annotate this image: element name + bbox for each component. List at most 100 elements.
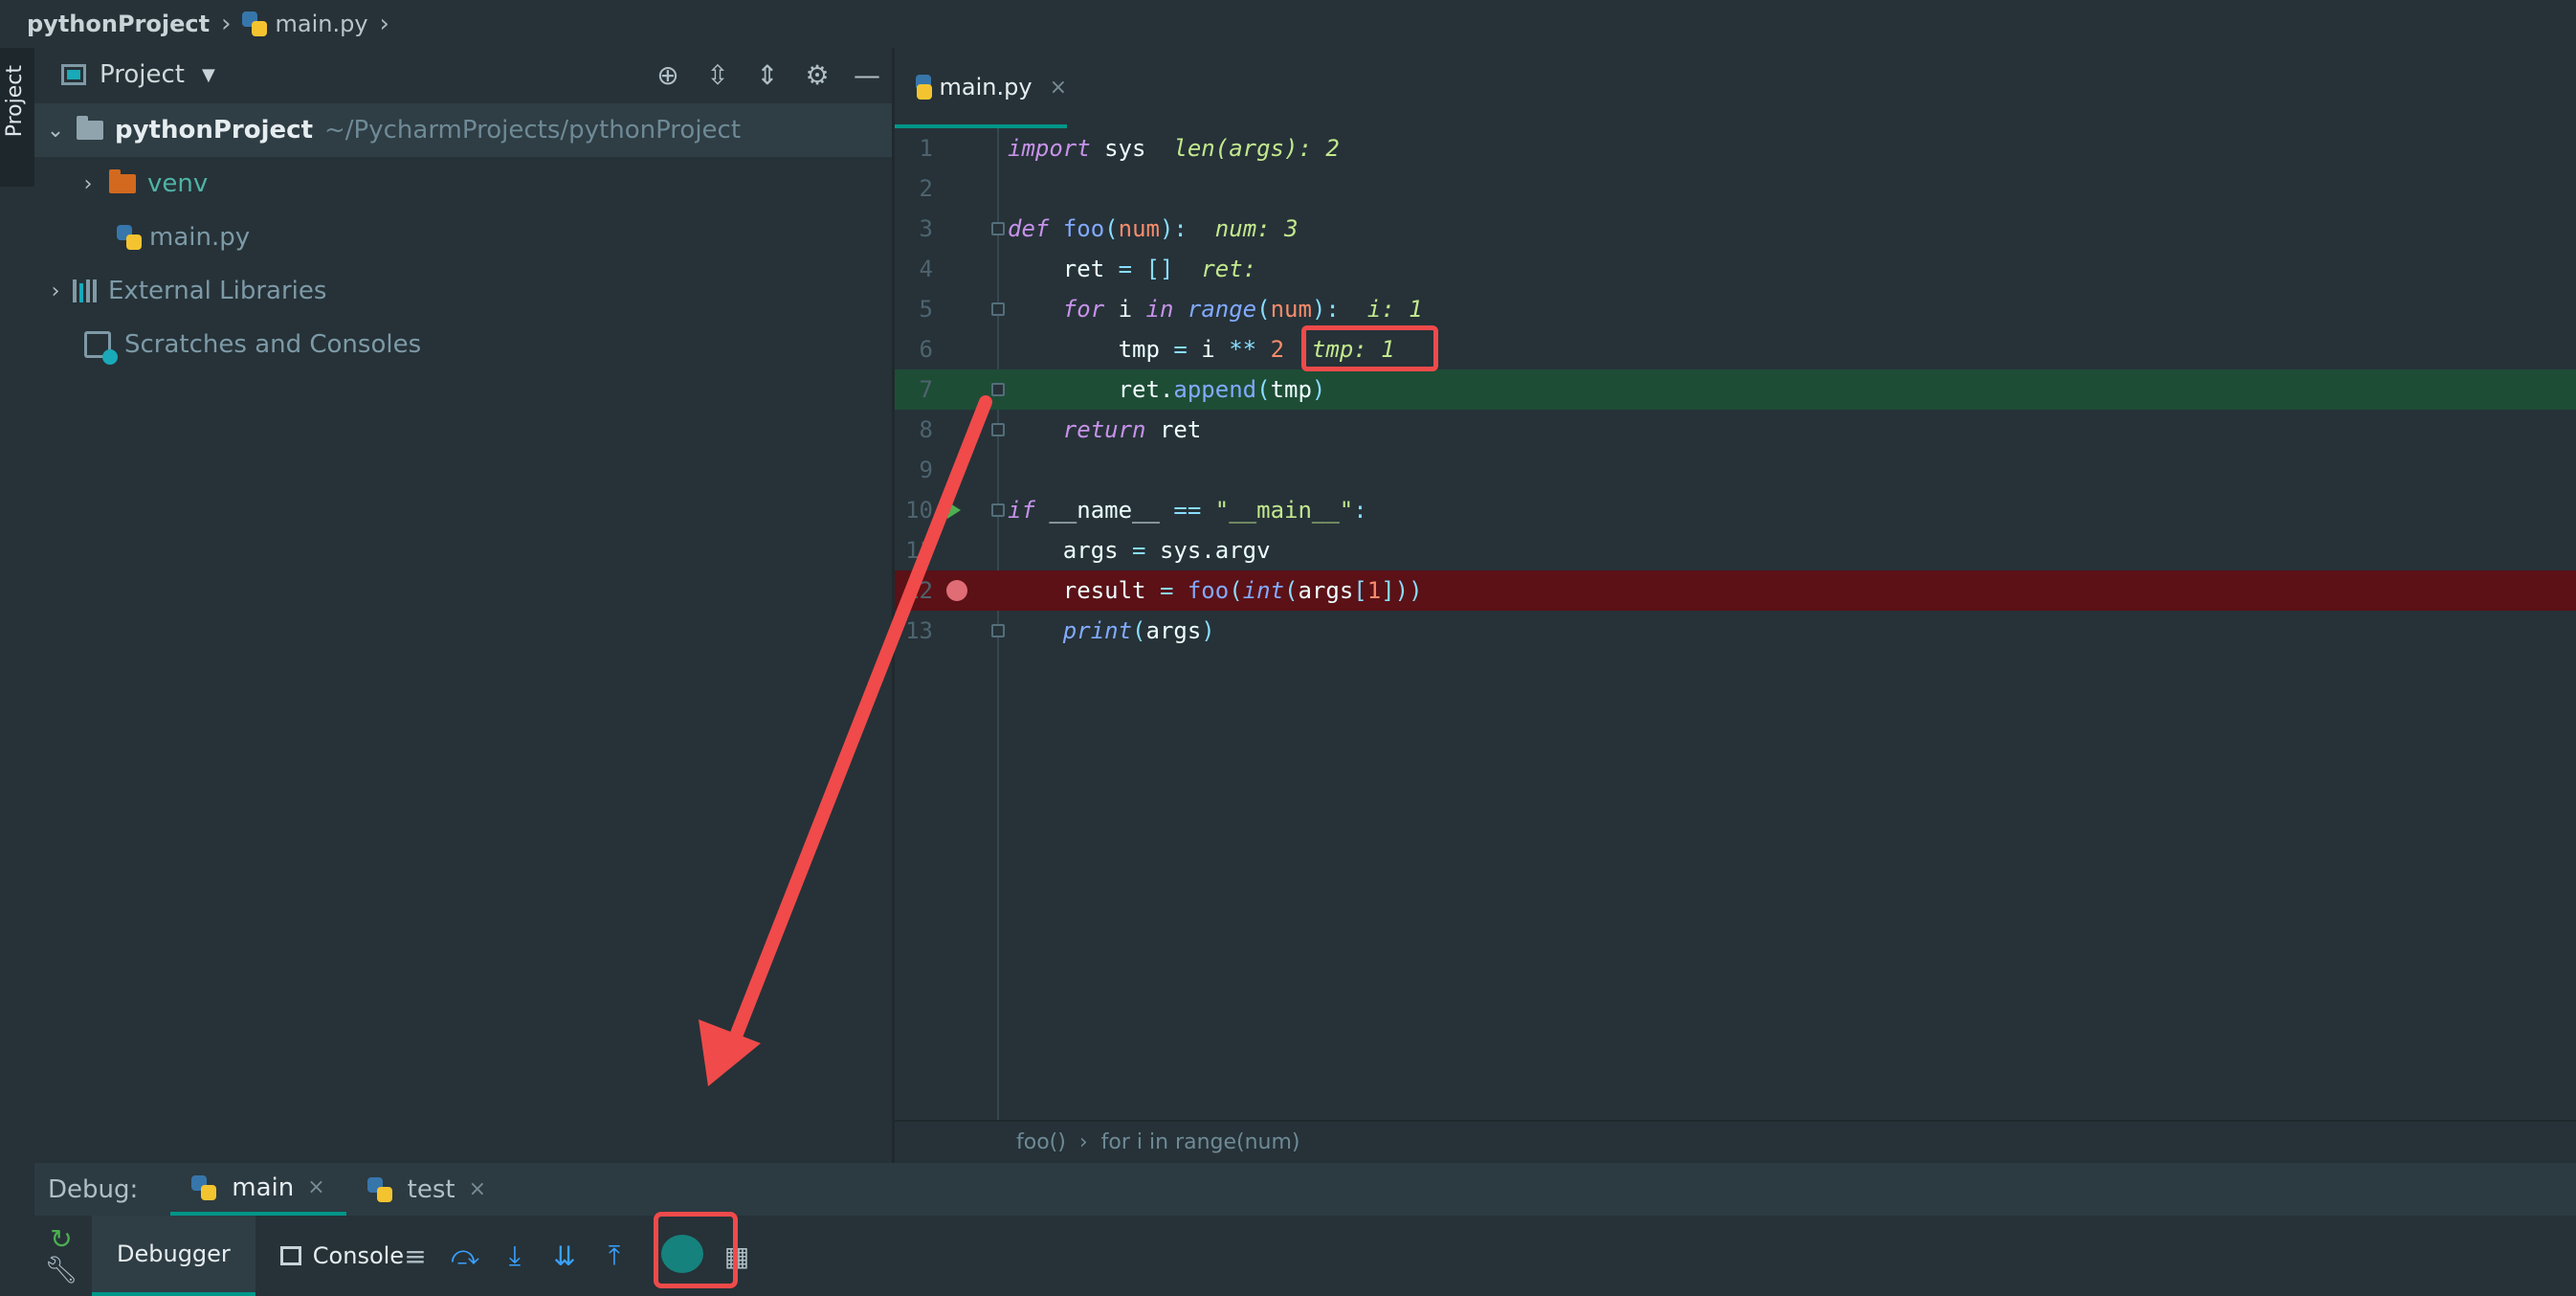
code-text: return ret — [1062, 416, 1202, 443]
current-execution-line[interactable]: 7 ret.append(tmp) — [895, 369, 2576, 410]
editor-tabs: main.py × — [895, 50, 2576, 128]
breadcrumb-scope[interactable]: for i in range(num) — [1101, 1130, 1300, 1154]
close-icon[interactable]: × — [469, 1177, 486, 1201]
project-tree: ⌄ pythonProject ~/PycharmProjects/python… — [34, 103, 892, 371]
collapse-all-icon[interactable]: ⇕ — [752, 59, 783, 91]
code-line[interactable]: 5 for i in range(num): i: 1 — [895, 289, 2576, 329]
library-icon — [73, 279, 97, 302]
tree-item-venv[interactable]: › venv — [34, 157, 892, 211]
chevron-right-icon: › — [379, 10, 389, 38]
expand-all-icon[interactable]: ⇳ — [702, 59, 733, 91]
line-number: 2 — [919, 175, 933, 202]
inline-debug-value: len(args): 2 — [1173, 135, 1340, 162]
code-text: def foo(num): num: 3 — [1008, 215, 1299, 242]
code-line[interactable]: 10 if __name__ == "__main__": — [895, 490, 2576, 530]
line-number: 8 — [919, 416, 933, 443]
code-line[interactable]: 2 — [895, 168, 2576, 209]
code-editor[interactable]: 1 import sys len(args): 2 2 3 def foo(nu… — [895, 128, 2576, 1120]
tab-main-py[interactable]: main.py × — [895, 50, 1067, 128]
folder-icon — [109, 169, 136, 193]
code-line[interactable]: 3 def foo(num): num: 3 — [895, 209, 2576, 249]
chevron-right-icon[interactable]: › — [78, 172, 98, 196]
rerun-icon[interactable]: ↻ — [46, 1223, 77, 1255]
debug-toolbar: ↻ 🔧︎ Debugger Console ≡ ⤼ ⤓ ⇊ ⤒ ▦ — [0, 1216, 2576, 1296]
step-into-my-code-icon[interactable]: ⇊ — [549, 1240, 580, 1272]
code-text: ret.append(tmp) — [1008, 376, 1326, 403]
navigation-breadcrumb: pythonProject › main.py › — [0, 0, 2576, 48]
tree-item-label: pythonProject — [115, 116, 313, 145]
run-gutter-icon[interactable] — [947, 502, 961, 519]
python-file-icon — [916, 75, 932, 100]
breadcrumb-project[interactable]: pythonProject — [27, 11, 210, 37]
chevron-down-icon[interactable]: ⌄ — [46, 119, 65, 143]
chevron-right-icon[interactable]: › — [46, 279, 65, 303]
step-into-icon[interactable]: ⤓ — [500, 1240, 530, 1271]
code-text: import sys len(args): 2 — [1008, 135, 1340, 162]
chevron-down-icon[interactable]: ▼ — [202, 65, 215, 85]
line-number: 5 — [919, 296, 933, 323]
editor-breadcrumb: foo() › for i in range(num) — [895, 1120, 2576, 1163]
code-line[interactable]: 13 print(args) — [895, 611, 2576, 651]
code-line[interactable]: 9 — [895, 450, 2576, 490]
breadcrumb-function[interactable]: foo() — [1016, 1130, 1066, 1154]
debug-tab-label: test — [407, 1174, 455, 1204]
fold-icon[interactable] — [991, 423, 1005, 436]
project-view-selector[interactable]: Project — [100, 60, 185, 89]
debug-tab-main[interactable]: main × — [170, 1163, 346, 1216]
chevron-right-icon: › — [1078, 1130, 1088, 1154]
chevron-right-icon: › — [221, 10, 232, 38]
code-text: if __name__ == "__main__": — [1008, 497, 1367, 524]
debug-tab-test[interactable]: test × — [346, 1163, 507, 1216]
fold-icon[interactable] — [991, 503, 1005, 517]
debug-label: Debug: — [48, 1174, 139, 1204]
show-frames-icon[interactable]: ≡ — [400, 1240, 431, 1272]
python-icon — [366, 1176, 392, 1202]
inline-debug-value: i: 1 — [1366, 296, 1423, 323]
line-number: 10 — [905, 497, 933, 524]
locate-file-icon[interactable]: ⊕ — [653, 59, 683, 91]
debug-side-actions: ↻ 🔧︎ — [44, 1223, 80, 1285]
hide-panel-icon[interactable]: — — [852, 59, 882, 91]
tab-debugger[interactable]: Debugger — [92, 1216, 255, 1296]
code-line[interactable]: 6 tmp = i ** 2 tmp: 1 — [895, 329, 2576, 369]
fold-icon[interactable] — [991, 302, 1005, 316]
line-number: 7 — [919, 376, 933, 403]
tree-item-main-py[interactable]: main.py — [34, 211, 892, 264]
annotation-arrow-head — [699, 1019, 761, 1086]
breakpoint-icon[interactable] — [946, 580, 967, 601]
inline-debug-value: ret: — [1201, 256, 1257, 282]
code-line[interactable]: 8 return ret — [895, 410, 2576, 450]
debug-tab-label: main — [232, 1173, 295, 1202]
annotation-highlight-box — [654, 1212, 738, 1288]
tree-item-label: main.py — [149, 223, 251, 252]
tree-item-label: Scratches and Consoles — [124, 330, 422, 359]
close-icon[interactable]: × — [1050, 76, 1067, 100]
code-line[interactable]: 11 args = sys.argv — [895, 530, 2576, 570]
inline-debug-value: num: 3 — [1214, 215, 1299, 242]
fold-icon[interactable] — [991, 222, 1005, 235]
step-out-icon[interactable]: ⤒ — [599, 1240, 630, 1271]
project-tool-window-button[interactable]: Project — [3, 65, 27, 137]
project-panel-toolbar: ⊕ ⇳ ⇕ ⚙ — — [653, 50, 892, 100]
gear-icon[interactable]: ⚙ — [802, 59, 833, 91]
fold-icon[interactable] — [991, 624, 1005, 637]
tab-label: main.py — [939, 74, 1033, 101]
tree-item-scratches[interactable]: Scratches and Consoles — [34, 318, 892, 371]
breakpoint-line[interactable]: 12 result = foo(int(args[1])) — [895, 570, 2576, 611]
fold-icon[interactable] — [991, 383, 1005, 396]
step-over-icon[interactable]: ⤼ — [450, 1240, 480, 1271]
code-line[interactable]: 1 import sys len(args): 2 — [895, 128, 2576, 168]
tree-item-external-libraries[interactable]: › External Libraries — [34, 264, 892, 318]
annotation-highlight-box — [1301, 325, 1438, 371]
wrench-icon[interactable]: 🔧︎ — [44, 1254, 78, 1285]
tool-window-strip: Project — [0, 48, 34, 187]
line-number: 9 — [919, 457, 933, 483]
code-line[interactable]: 4 ret = [] ret: — [895, 249, 2576, 289]
line-number: 1 — [919, 135, 933, 162]
tree-item-project[interactable]: ⌄ pythonProject ~/PycharmProjects/python… — [34, 103, 892, 157]
debugger-subtabs: Debugger Console — [92, 1216, 429, 1296]
tree-item-path: ~/PycharmProjects/pythonProject — [324, 116, 742, 145]
breadcrumb-file[interactable]: main.py — [275, 11, 367, 37]
folder-icon — [77, 116, 103, 140]
close-icon[interactable]: × — [307, 1175, 324, 1199]
